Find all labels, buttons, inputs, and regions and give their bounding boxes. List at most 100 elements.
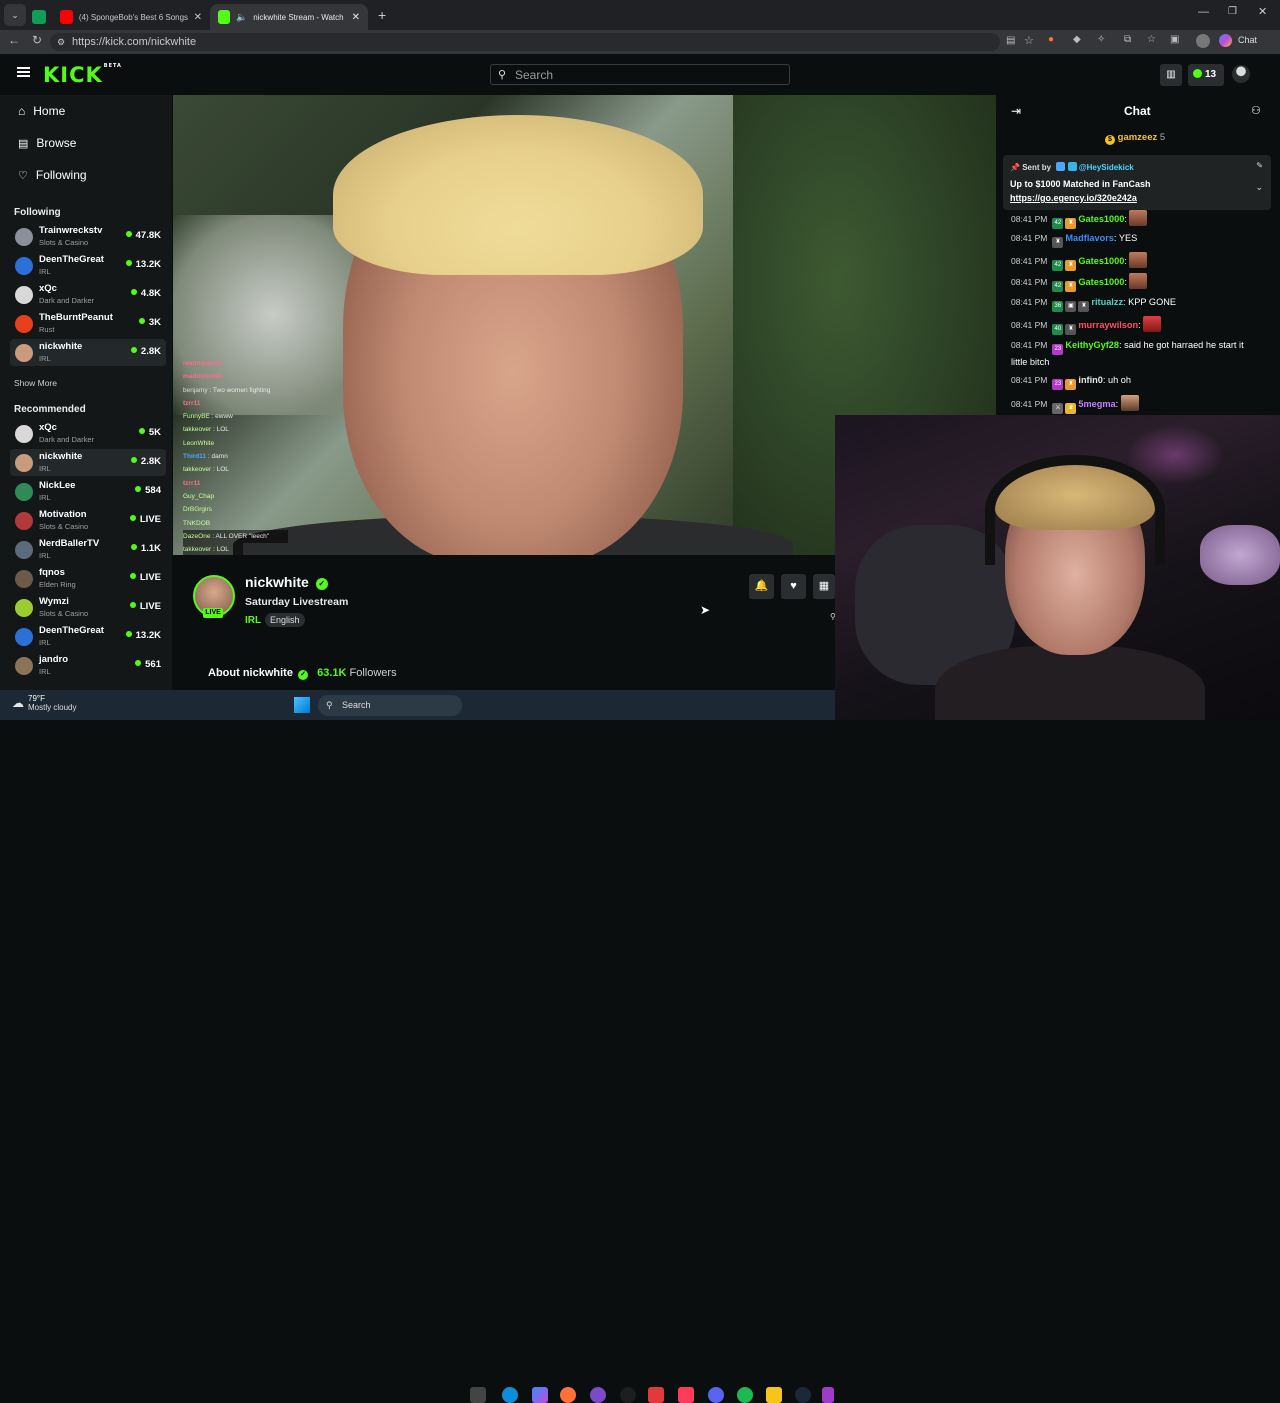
user-avatar[interactable] bbox=[1232, 65, 1250, 83]
discord-icon[interactable] bbox=[708, 1387, 724, 1403]
close-tab-icon[interactable]: ✕ bbox=[352, 12, 360, 23]
task-view-icon[interactable] bbox=[470, 1387, 486, 1403]
close-tab-icon[interactable]: ✕ bbox=[194, 12, 202, 23]
menu-icon[interactable] bbox=[17, 67, 30, 77]
collections-icon[interactable]: ▣ bbox=[1170, 34, 1179, 45]
chat-username[interactable]: ritualzz bbox=[1091, 297, 1123, 307]
sidebar-rec-nickwhite[interactable]: nickwhite IRL 2.8K bbox=[10, 449, 166, 476]
reload-icon[interactable]: ↻ bbox=[32, 33, 42, 47]
sidebar-rec-deenthegreat[interactable]: DeenTheGreat IRL 13.2K bbox=[10, 623, 166, 650]
chat-username[interactable]: Gates1000 bbox=[1078, 277, 1124, 287]
music-icon[interactable] bbox=[678, 1387, 694, 1403]
app-icon[interactable] bbox=[590, 1387, 606, 1403]
sidebar-rec-wymzi[interactable]: Wymzi Slots & Casino LIVE bbox=[10, 594, 166, 621]
extension-shield-icon[interactable]: ◆ bbox=[1073, 34, 1081, 45]
sidebar-channel-deenthegreat[interactable]: DeenTheGreat IRL 13.2K bbox=[10, 252, 166, 279]
chat-message[interactable]: 08:41 PM 23 KeithyGyf28: said he got harra… bbox=[1011, 338, 1261, 369]
speaker-icon[interactable]: 🔈 bbox=[236, 12, 247, 23]
channel-name-heading[interactable]: nickwhite ✓ bbox=[245, 574, 328, 590]
nav-following[interactable]: ♡ Following bbox=[18, 168, 87, 182]
chat-username[interactable]: 5megma bbox=[1078, 399, 1115, 409]
url-field[interactable]: ⚙ https://kick.com/nickwhite bbox=[50, 33, 1000, 51]
steam-icon[interactable] bbox=[795, 1387, 811, 1403]
taskbar-search[interactable]: ⚲ Search bbox=[318, 695, 462, 716]
chat-message[interactable]: 08:41 PM ♜ Madflavors: YES bbox=[1011, 231, 1261, 248]
nav-home[interactable]: ⌂ Home bbox=[18, 104, 65, 118]
chat-message[interactable]: 08:41 PM 40 ♜ murraywilson: bbox=[1011, 316, 1261, 335]
chat-username[interactable]: Madflavors bbox=[1065, 233, 1114, 243]
weather-widget[interactable]: ☁ 79°F Mostly cloudy bbox=[12, 694, 76, 712]
sidebar-rec-nerdballertv[interactable]: NerdBallerTV IRL 1.1K bbox=[10, 536, 166, 563]
follow-button[interactable]: ♥ bbox=[781, 574, 806, 599]
reader-icon[interactable]: ▤ bbox=[1006, 35, 1015, 46]
copilot-icon[interactable] bbox=[1219, 34, 1232, 47]
search-input[interactable]: ⚲ Search bbox=[490, 64, 790, 85]
chat-username[interactable]: Gates1000 bbox=[1078, 214, 1124, 224]
pinned-message[interactable]: 📌 Sent by @HeySidekick ✎ Up to $1000 Mat… bbox=[1003, 155, 1271, 210]
top-gifter[interactable]: $ gamzeez 5 bbox=[1105, 132, 1165, 145]
tab-youtube[interactable]: (4) SpongeBob's Best 6 Songs 🎼 ✕ bbox=[52, 4, 210, 30]
site-info-icon[interactable]: ⚙ bbox=[57, 33, 65, 51]
chat-username[interactable]: Gates1000 bbox=[1078, 256, 1124, 266]
unpin-icon[interactable]: ✎ bbox=[1256, 161, 1263, 170]
close-window-icon[interactable]: ✕ bbox=[1258, 5, 1267, 18]
sidebar-rec-jandro[interactable]: jandro IRL 561 bbox=[10, 652, 166, 679]
profile-avatar[interactable] bbox=[1196, 34, 1210, 48]
chat-message[interactable]: 08:41 PM 23 ♜ infin0: uh oh bbox=[1011, 373, 1261, 390]
chat-message[interactable]: 08:41 PM 42 ♜ Gates1000: bbox=[1011, 273, 1261, 292]
tab-sheets[interactable] bbox=[26, 4, 52, 30]
new-tab-button[interactable]: + bbox=[378, 7, 386, 23]
sidebar-rec-motivation[interactable]: Motivation Slots & Casino LIVE bbox=[10, 507, 166, 534]
chat-message[interactable]: 08:41 PM 42 ♜ Gates1000: bbox=[1011, 252, 1261, 271]
pinned-link[interactable]: https://go.egency.io/320e242a bbox=[1010, 193, 1137, 203]
chat-message[interactable]: 08:41 PM 42 ♜ Gates1000: bbox=[1011, 210, 1261, 229]
channel-category: IRL bbox=[39, 464, 51, 473]
overlay-chat-line: tzrr11 bbox=[183, 477, 303, 490]
sidebar-rec-fqnos[interactable]: fqnos Elden Ring LIVE bbox=[10, 565, 166, 592]
sidebar-channel-xqc[interactable]: xQc Dark and Darker 4.8K bbox=[10, 281, 166, 308]
notification-bell-button[interactable]: 🔔 bbox=[749, 574, 774, 599]
sidebar-channel-trainwreckstv[interactable]: Trainwreckstv Slots & Casino 47.8K bbox=[10, 223, 166, 250]
minimize-icon[interactable]: — bbox=[1198, 6, 1209, 18]
sidebar-channel-nickwhite[interactable]: nickwhite IRL 2.8K bbox=[10, 339, 166, 366]
category-link[interactable]: IRL bbox=[245, 615, 261, 626]
favorite-star-icon[interactable]: ☆ bbox=[1024, 34, 1034, 47]
channel-category: Elden Ring bbox=[39, 580, 76, 589]
chat-username[interactable]: murraywilson bbox=[1078, 320, 1138, 330]
firefox-icon[interactable] bbox=[560, 1387, 576, 1403]
copilot-taskbar-icon[interactable] bbox=[532, 1387, 548, 1403]
chat-username[interactable]: KeithyGyf28 bbox=[1065, 340, 1119, 350]
app-purple-icon[interactable] bbox=[822, 1387, 834, 1403]
sidebar-channel-theburntpeanut[interactable]: TheBurntPeanut Rust 3K bbox=[10, 310, 166, 337]
language-tag[interactable]: English bbox=[265, 613, 305, 627]
sidebar-rec-nicklee[interactable]: NickLee IRL 584 bbox=[10, 478, 166, 505]
chat-button[interactable]: Chat bbox=[1238, 35, 1257, 45]
restore-icon[interactable]: ❐ bbox=[1228, 6, 1237, 17]
nav-browse[interactable]: ▤ Browse bbox=[18, 136, 76, 150]
extensions-icon[interactable]: ✧ bbox=[1097, 34, 1105, 45]
expand-chevron-icon[interactable]: ⌄ bbox=[1255, 182, 1263, 193]
kick-logo[interactable]: KICKBETA bbox=[43, 63, 122, 87]
tab-kick[interactable]: 🔈 nickwhite Stream - Watch Live ✕ bbox=[210, 4, 368, 30]
dashboard-icon[interactable]: ▥ bbox=[1160, 64, 1182, 86]
chat-message[interactable]: 08:41 PM 36 ▣ ♜ ritualzz: KPP GONE bbox=[1011, 295, 1261, 312]
start-button[interactable] bbox=[294, 697, 310, 713]
show-more-link[interactable]: Show More bbox=[14, 378, 57, 388]
app-red-icon[interactable] bbox=[648, 1387, 664, 1403]
edge-icon[interactable] bbox=[502, 1387, 518, 1403]
kicks-balance-button[interactable]: 13 bbox=[1188, 64, 1224, 86]
collapse-chat-icon[interactable]: ⇥ bbox=[1011, 104, 1021, 118]
chat-message[interactable]: 08:41 PM ⚔ ♛ 5megma: bbox=[1011, 395, 1261, 414]
favorites-icon[interactable]: ☆ bbox=[1147, 34, 1156, 45]
tab-list-button[interactable]: ⌄ bbox=[4, 4, 26, 26]
sidebar-rec-xqc[interactable]: xQc Dark and Darker 5K bbox=[10, 420, 166, 447]
split-screen-icon[interactable]: ⧉ bbox=[1124, 34, 1131, 45]
obs-icon[interactable] bbox=[620, 1387, 636, 1403]
file-explorer-icon[interactable] bbox=[766, 1387, 782, 1403]
back-icon[interactable]: ← bbox=[8, 33, 20, 47]
chat-users-icon[interactable]: ⚇ bbox=[1251, 104, 1261, 117]
extension-fox-icon[interactable]: ● bbox=[1048, 34, 1054, 45]
gift-sub-button[interactable]: ▦ bbox=[813, 574, 835, 599]
chat-username[interactable]: infin0 bbox=[1078, 375, 1103, 385]
spotify-icon[interactable] bbox=[737, 1387, 753, 1403]
